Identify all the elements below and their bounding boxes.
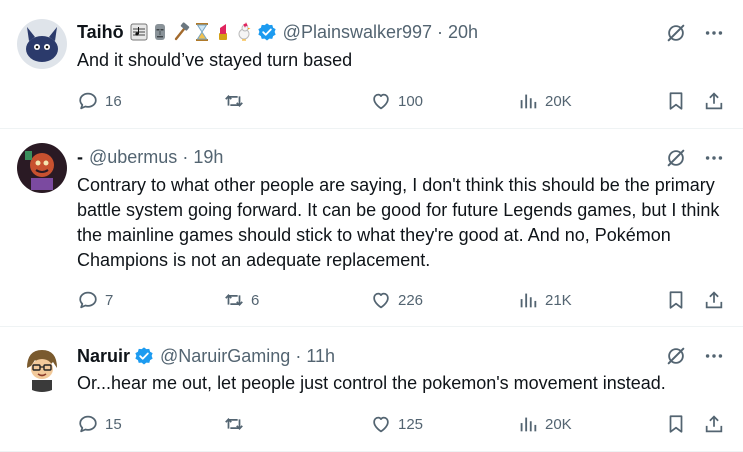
rooster-icon: [235, 22, 253, 42]
timestamp[interactable]: 11h: [306, 346, 335, 367]
view-count: 20K: [545, 415, 572, 433]
speech-bubble-icon: [77, 289, 99, 311]
share-upload-icon: [703, 90, 725, 112]
view-count: 20K: [545, 92, 572, 110]
post-text: And it should’ve stayed turn based: [77, 50, 353, 70]
like-count: 100: [398, 92, 424, 110]
post-header: Taihō @Plainswalker997 · 20h: [77, 20, 478, 44]
share-upload-icon: [703, 289, 725, 311]
reply-button[interactable]: 16: [77, 88, 122, 114]
timestamp[interactable]: 20h: [448, 22, 478, 43]
repost-count: 6: [251, 291, 260, 309]
bar-chart-icon: [517, 90, 539, 112]
display-name[interactable]: Naruir: [77, 346, 130, 367]
timestamp[interactable]: 19h: [193, 147, 223, 168]
action-bar: 15 125 20K: [77, 411, 723, 437]
speech-bubble-icon: [77, 413, 99, 435]
share-button[interactable]: [703, 411, 725, 437]
view-count: 21K: [545, 291, 572, 309]
hourglass-icon: [193, 22, 211, 42]
reply-feed: Taihō @Plainswalker997 · 20h And it shou…: [0, 0, 743, 452]
name-emoji-row: [130, 22, 253, 42]
action-bar: 16 100 20K: [77, 88, 723, 114]
verified-badge-icon[interactable]: [257, 22, 277, 42]
handle[interactable]: @ubermus: [89, 147, 177, 168]
handle[interactable]: @NaruirGaming: [160, 346, 290, 367]
reply-post[interactable]: Naruir @NaruirGaming · 11h Or...hear me …: [0, 327, 743, 452]
reply-count: 15: [105, 415, 122, 433]
reply-button[interactable]: 7: [77, 287, 113, 313]
handle[interactable]: @Plainswalker997: [283, 22, 432, 43]
like-count: 125: [398, 415, 424, 433]
post-header: - @ubermus · 19h: [77, 145, 223, 169]
like-button[interactable]: 226: [370, 287, 423, 313]
lipstick-icon: [214, 22, 232, 42]
display-name[interactable]: -: [77, 147, 83, 168]
separator-dot: ·: [295, 345, 302, 366]
reply-count: 7: [105, 291, 114, 309]
bar-chart-icon: [517, 289, 539, 311]
post-text: Contrary to what other people are saying…: [77, 175, 720, 270]
grok-slash-circle-icon[interactable]: [665, 22, 687, 44]
more-dots-icon[interactable]: [703, 147, 725, 169]
separator-dot: ·: [182, 146, 189, 167]
repost-button[interactable]: 6: [223, 287, 259, 313]
views-button[interactable]: 20K: [517, 411, 572, 437]
heart-icon: [370, 90, 392, 112]
action-bar: 7 6 226 21K: [77, 287, 723, 313]
grok-slash-circle-icon[interactable]: [665, 345, 687, 367]
repost-button[interactable]: [223, 88, 251, 114]
post-top-actions: [665, 21, 725, 45]
more-dots-icon[interactable]: [703, 22, 725, 44]
repost-arrows-icon: [223, 289, 245, 311]
heart-icon: [370, 413, 392, 435]
bookmark-button[interactable]: [665, 287, 687, 313]
bookmark-icon: [665, 413, 687, 435]
bookmark-icon: [665, 90, 687, 112]
display-name[interactable]: Taihō: [77, 22, 124, 43]
avatar[interactable]: [17, 19, 67, 69]
repost-arrows-icon: [223, 90, 245, 112]
post-header: Naruir @NaruirGaming · 11h: [77, 344, 335, 368]
like-count: 226: [398, 291, 424, 309]
heart-icon: [370, 289, 392, 311]
views-button[interactable]: 20K: [517, 88, 572, 114]
bookmark-icon: [665, 289, 687, 311]
avatar[interactable]: [17, 143, 67, 193]
musical-score-icon: [130, 22, 148, 42]
verified-badge-icon[interactable]: [134, 346, 154, 366]
share-button[interactable]: [703, 88, 725, 114]
reply-count: 16: [105, 92, 122, 110]
reply-post[interactable]: Taihō @Plainswalker997 · 20h And it shou…: [0, 0, 743, 129]
bookmark-button[interactable]: [665, 411, 687, 437]
reply-button[interactable]: 15: [77, 411, 122, 437]
like-button[interactable]: 100: [370, 88, 423, 114]
grok-slash-circle-icon[interactable]: [665, 147, 687, 169]
repost-arrows-icon: [223, 413, 245, 435]
hammer-icon: [172, 22, 190, 42]
like-button[interactable]: 125: [370, 411, 423, 437]
repost-button[interactable]: [223, 411, 251, 437]
bar-chart-icon: [517, 413, 539, 435]
avatar[interactable]: [17, 342, 67, 392]
post-text: Or...hear me out, let people just contro…: [77, 373, 666, 393]
views-button[interactable]: 21K: [517, 287, 572, 313]
bookmark-button[interactable]: [665, 88, 687, 114]
moai-icon: [151, 22, 169, 42]
more-dots-icon[interactable]: [703, 345, 725, 367]
separator-dot: ·: [437, 21, 444, 42]
post-top-actions: [665, 344, 725, 368]
reply-post[interactable]: - @ubermus · 19h Contrary to what other …: [0, 129, 743, 327]
speech-bubble-icon: [77, 90, 99, 112]
share-button[interactable]: [703, 287, 725, 313]
post-top-actions: [665, 146, 725, 170]
share-upload-icon: [703, 413, 725, 435]
